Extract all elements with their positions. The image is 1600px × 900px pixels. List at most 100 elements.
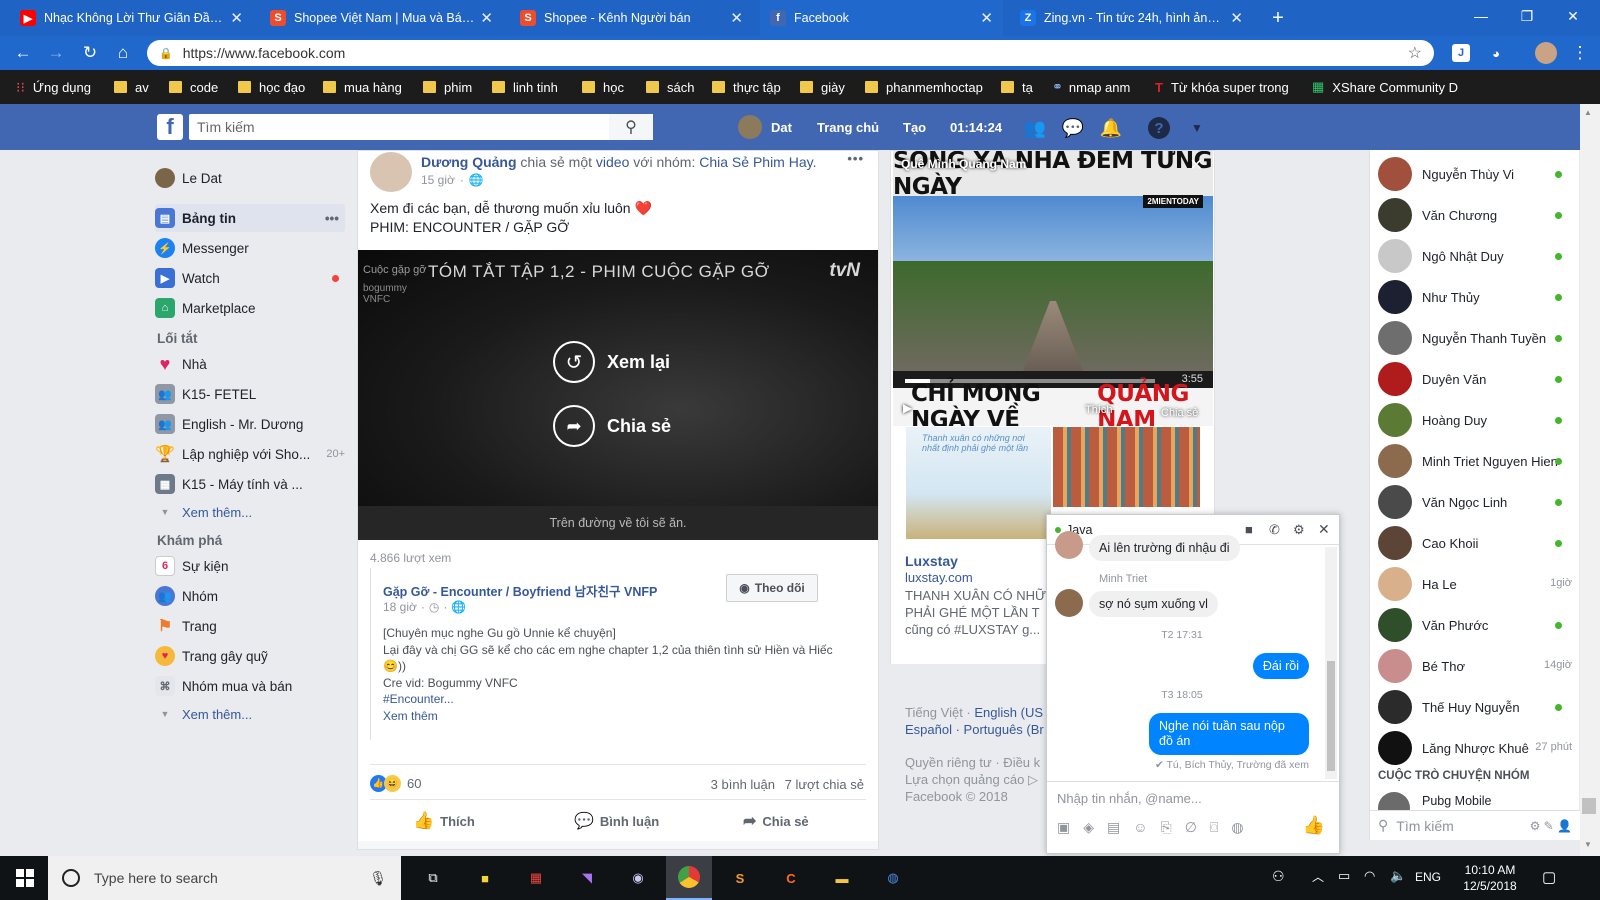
contact-item[interactable]: Lăng Nhược Khuê 27 phút — [1378, 728, 1576, 768]
wifi-icon[interactable]: ◠ — [1364, 868, 1375, 884]
scroll-up-icon[interactable]: ▲ — [1584, 108, 1592, 117]
address-bar[interactable]: 🔒 https://www.facebook.com ☆ — [147, 40, 1434, 66]
forward-icon[interactable]: → — [46, 43, 66, 63]
search-input[interactable]: Tìm kiếm ⚲ — [189, 114, 653, 140]
bookmark-link[interactable]: ▦ XShare Community D — [1312, 70, 1458, 104]
sidebar-item-news-feed[interactable]: ▤ Bảng tin ••• — [155, 204, 345, 232]
contact-item[interactable]: Ha Le 1giờ — [1378, 564, 1576, 604]
star-icon[interactable]: ☆ — [1408, 43, 1422, 63]
notifications-icon[interactable]: 🔔 — [1100, 117, 1122, 139]
see-more-link[interactable]: Xem thêm — [383, 708, 863, 725]
language-link[interactable]: Português (Br — [964, 722, 1044, 737]
sidebar-item-messenger[interactable]: ⚡ Messenger — [155, 234, 345, 262]
comment-count[interactable]: 3 bình luận — [711, 777, 775, 792]
home-icon[interactable]: ⌂ — [113, 43, 133, 63]
video-share-button[interactable]: ➦ Chia sẻ — [553, 405, 671, 447]
video-share-button[interactable]: Chia sẻ — [1161, 407, 1198, 419]
image-icon[interactable]: ▣ — [1057, 819, 1070, 836]
bookmark-folder[interactable]: phim — [423, 70, 472, 104]
eclipse-icon[interactable]: ◉ — [615, 856, 661, 900]
maximize-icon[interactable]: ❐ — [1504, 0, 1550, 32]
ad-image-right[interactable] — [1053, 427, 1200, 507]
video-player[interactable]: TÓM TẮT TẬP 1,2 - PHIM CUỘC GẶP GỠ tvN C… — [358, 250, 878, 540]
people-icon[interactable]: ⚇ — [1272, 868, 1285, 885]
action-center-icon[interactable]: ▢ — [1542, 868, 1556, 886]
language-link[interactable]: English (US — [974, 705, 1043, 720]
contact-item[interactable]: Duyên Văn — [1378, 359, 1576, 399]
file-explorer-icon[interactable]: ▬ — [819, 856, 865, 900]
volume-icon[interactable]: 🔈 — [1390, 868, 1406, 884]
send-like-icon[interactable]: 👍 — [1303, 815, 1325, 836]
extension-color-icon[interactable]: ◕ — [1486, 43, 1506, 63]
bookmark-folder[interactable]: học — [582, 70, 624, 104]
search-icon[interactable]: ⚲ — [609, 114, 653, 140]
voice-icon[interactable]: ◍ — [1231, 819, 1243, 836]
bookmark-apps[interactable]: ⁝⁝ Ứng dụng — [16, 70, 91, 104]
shortcut-item[interactable]: ▦ K15 - Máy tính và ... — [155, 470, 345, 498]
post-time[interactable]: 15 giờ — [421, 173, 455, 187]
video-link[interactable]: video — [596, 154, 629, 170]
shared-page-name[interactable]: Gặp Gỡ - Encounter / Boyfriend 남자친구 VNFP — [383, 581, 657, 600]
back-icon[interactable]: ← — [13, 43, 33, 63]
scroll-down-icon[interactable]: ▼ — [1584, 840, 1592, 849]
bookmark-folder[interactable]: code — [169, 70, 218, 104]
contact-item[interactable]: Minh Triet Nguyen Hien — [1378, 441, 1576, 481]
taskbar-search[interactable]: Type here to search 🎙 — [48, 856, 401, 900]
explore-item-pages[interactable]: ⚑ Trang — [155, 612, 345, 640]
emoji-icon[interactable]: ☺ — [1133, 819, 1147, 836]
chat-input[interactable]: Nhập tin nhắn, @name... — [1057, 791, 1202, 806]
group-link[interactable]: Chia Sẻ Phim Hay. — [699, 154, 816, 170]
contact-item[interactable]: Nguyễn Thanh Tuyền — [1378, 318, 1576, 358]
ad-url[interactable]: luxstay.com — [905, 570, 973, 585]
chat-scrollbar-thumb[interactable] — [1327, 661, 1335, 771]
chrome-icon[interactable] — [666, 856, 712, 900]
shortcut-item[interactable]: 🏆 Lập nghiệp với Sho... 20+ — [155, 440, 345, 468]
attach-icon[interactable]: ⎘ — [1161, 819, 1172, 836]
video-call-icon[interactable]: ■ — [1245, 522, 1253, 537]
ad-title[interactable]: Luxstay — [905, 553, 958, 569]
tab-zing[interactable]: Z Zing.vn - Tin tức 24h, hình ảnh ả ✕ — [1010, 0, 1253, 36]
bookmark-folder[interactable]: tạ — [1001, 70, 1033, 104]
windows-start-icon[interactable] — [2, 856, 48, 900]
follow-button[interactable]: ◉ Theo dõi — [726, 574, 818, 602]
contact-item[interactable]: Văn Ngọc Linh — [1378, 482, 1576, 522]
close-chat-icon[interactable]: ✕ — [1318, 521, 1330, 538]
bookmark-folder[interactable]: linh tinh — [492, 70, 558, 104]
sticker-icon[interactable]: ◈ — [1083, 819, 1094, 836]
bookmark-folder[interactable]: sách — [646, 70, 694, 104]
minimize-icon[interactable]: — — [1458, 0, 1504, 32]
sidebar-profile[interactable]: Le Dat — [155, 164, 345, 192]
contact-item[interactable]: Bé Thơ 14giờ — [1378, 646, 1576, 686]
sublime-icon[interactable]: S — [717, 856, 763, 900]
contact-item[interactable]: Thế Huy Nguyễn — [1378, 687, 1576, 727]
contact-item[interactable]: Cao Khoii — [1378, 523, 1576, 563]
bookmark-folder[interactable]: giày — [800, 70, 845, 104]
see-more-explore[interactable]: ▼ Xem thêm... — [155, 700, 345, 728]
more-dots-icon[interactable]: ••• — [325, 211, 339, 226]
tab-youtube[interactable]: ▶ Nhạc Không Lời Thư Giãn Đầu Ó ✕ — [10, 0, 253, 36]
close-tab-icon[interactable]: ✕ — [1230, 9, 1243, 27]
bookmark-link[interactable]: ⚭ nmap anm — [1052, 70, 1130, 104]
close-video-icon[interactable]: ✕ — [1190, 155, 1203, 175]
bookmark-folder[interactable]: phanmemhoctap — [865, 70, 983, 104]
close-tab-icon[interactable]: ✕ — [980, 9, 993, 27]
reload-icon[interactable]: ↻ — [80, 43, 100, 63]
clock[interactable]: 10:10 AM 12/5/2018 — [1455, 862, 1525, 894]
close-tab-icon[interactable]: ✕ — [730, 9, 743, 27]
tab-facebook[interactable]: f Facebook ✕ — [760, 0, 1003, 36]
sidebar-item-marketplace[interactable]: ⌂ Marketplace — [155, 294, 345, 322]
task-view-icon[interactable]: ⧉ — [410, 856, 456, 900]
friend-requests-icon[interactable]: 👥 — [1024, 117, 1046, 139]
scrollbar-thumb[interactable] — [1582, 798, 1596, 814]
close-tab-icon[interactable]: ✕ — [480, 9, 493, 27]
contact-item[interactable]: Văn Chương — [1378, 195, 1576, 235]
shortcut-item[interactable]: 👥 K15- FETEL — [155, 380, 345, 408]
see-more-shortcuts[interactable]: ▼ Xem thêm... — [155, 498, 345, 526]
footer-links[interactable]: Quyền riêng tư · Điều k — [905, 754, 1045, 771]
contacts-search-input[interactable]: ⚲ Tìm kiếm ⚙ ✎ 👤 — [1370, 810, 1580, 840]
paperclip-icon[interactable]: ∅ — [1185, 819, 1197, 836]
contact-item[interactable]: Như Thủy — [1378, 277, 1576, 317]
contact-item[interactable]: Nguyễn Thùy Vi — [1378, 154, 1576, 194]
extension-icon[interactable]: J — [1452, 44, 1470, 62]
bookmark-link[interactable]: T Từ khóa super trong — [1155, 70, 1289, 104]
